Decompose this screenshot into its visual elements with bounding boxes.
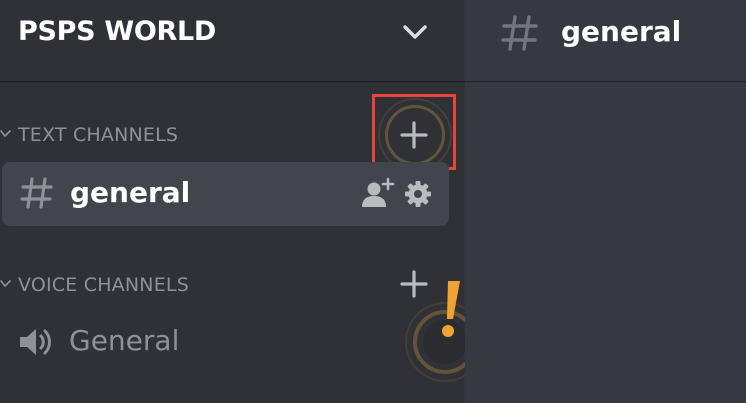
category-label: VOICE CHANNELS	[18, 274, 189, 296]
exclamation-icon[interactable]	[434, 279, 465, 343]
chevron-down-icon[interactable]	[400, 19, 430, 45]
category-voice-channels[interactable]: VOICE CHANNELS	[0, 268, 465, 302]
category-label: TEXT CHANNELS	[18, 124, 179, 146]
channel-item-general[interactable]: general	[2, 162, 449, 226]
channel-name: general	[70, 176, 191, 209]
channel-title: general	[561, 15, 682, 48]
channel-header: general	[465, 0, 746, 81]
add-voice-channel-plus-icon[interactable]	[398, 268, 430, 300]
channel-sidebar: PSPS WORLD TEXT CHANNELS general VOICE C…	[0, 0, 465, 403]
add-member-icon[interactable]	[360, 177, 396, 209]
caret-down-icon	[0, 280, 11, 287]
gear-icon[interactable]	[404, 180, 432, 208]
server-header[interactable]: PSPS WORLD	[0, 0, 465, 81]
main-content: general	[465, 0, 746, 403]
speaker-icon	[20, 329, 51, 355]
voice-channel-general[interactable]: General	[2, 312, 449, 372]
caret-down-icon	[0, 130, 11, 137]
voice-channel-name: General	[69, 324, 180, 357]
discord-app: PSPS WORLD TEXT CHANNELS general VOICE C…	[0, 0, 746, 403]
server-name: PSPS WORLD	[18, 16, 217, 47]
hash-icon	[20, 177, 53, 209]
hash-icon	[501, 15, 538, 51]
highlight-box	[372, 94, 456, 170]
